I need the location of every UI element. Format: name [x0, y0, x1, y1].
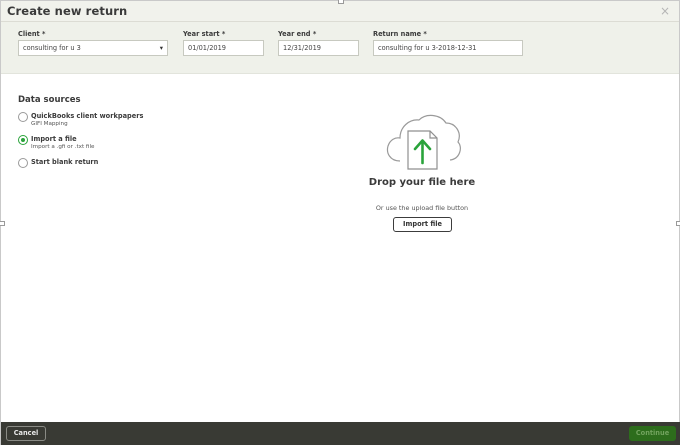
dialog-header: Create new return ×	[1, 1, 679, 22]
dialog-footer: Cancel Continue	[1, 422, 680, 445]
cancel-button[interactable]: Cancel	[6, 426, 46, 441]
create-return-dialog: Create new return × Client * consulting …	[0, 0, 680, 445]
resize-handle-top[interactable]	[338, 0, 344, 4]
data-sources-title: Data sources	[18, 95, 81, 105]
client-select-value: consulting for u 3	[23, 44, 81, 52]
return-name-field[interactable]: consulting for u 3-2018-12-31	[373, 40, 523, 56]
continue-button[interactable]: Continue	[629, 426, 676, 441]
radio-import-label: Import a file	[31, 135, 77, 143]
client-label: Client *	[18, 30, 46, 38]
radio-blank[interactable]	[18, 158, 28, 168]
import-file-button[interactable]: Import file	[393, 217, 452, 232]
chevron-down-icon: ▾	[159, 44, 163, 52]
resize-handle-left[interactable]	[0, 221, 5, 226]
dialog-title: Create new return	[7, 4, 128, 18]
radio-quickbooks-label: QuickBooks client workpapers	[31, 112, 144, 120]
resize-handle-right[interactable]	[676, 221, 680, 226]
close-icon[interactable]: ×	[660, 4, 670, 18]
radio-quickbooks[interactable]	[18, 112, 28, 122]
return-details-form: Client * consulting for u 3 ▾ Year start…	[1, 22, 679, 74]
year-end-field[interactable]: 12/31/2019	[278, 40, 359, 56]
client-select[interactable]: consulting for u 3 ▾	[18, 40, 168, 56]
year-end-label: Year end *	[278, 30, 317, 38]
drop-zone-subtitle: Or use the upload file button	[375, 204, 469, 212]
year-start-label: Year start *	[183, 30, 226, 38]
cloud-upload-icon	[386, 114, 461, 170]
year-start-field[interactable]: 01/01/2019	[183, 40, 264, 56]
drop-zone-title: Drop your file here	[368, 177, 476, 188]
radio-quickbooks-sub: GIFI Mapping	[31, 121, 68, 127]
radio-import[interactable]	[18, 135, 28, 145]
return-name-label: Return name *	[373, 30, 427, 38]
radio-import-sub: Import a .gfi or .txt file	[31, 144, 95, 150]
radio-blank-label: Start blank return	[31, 158, 99, 166]
